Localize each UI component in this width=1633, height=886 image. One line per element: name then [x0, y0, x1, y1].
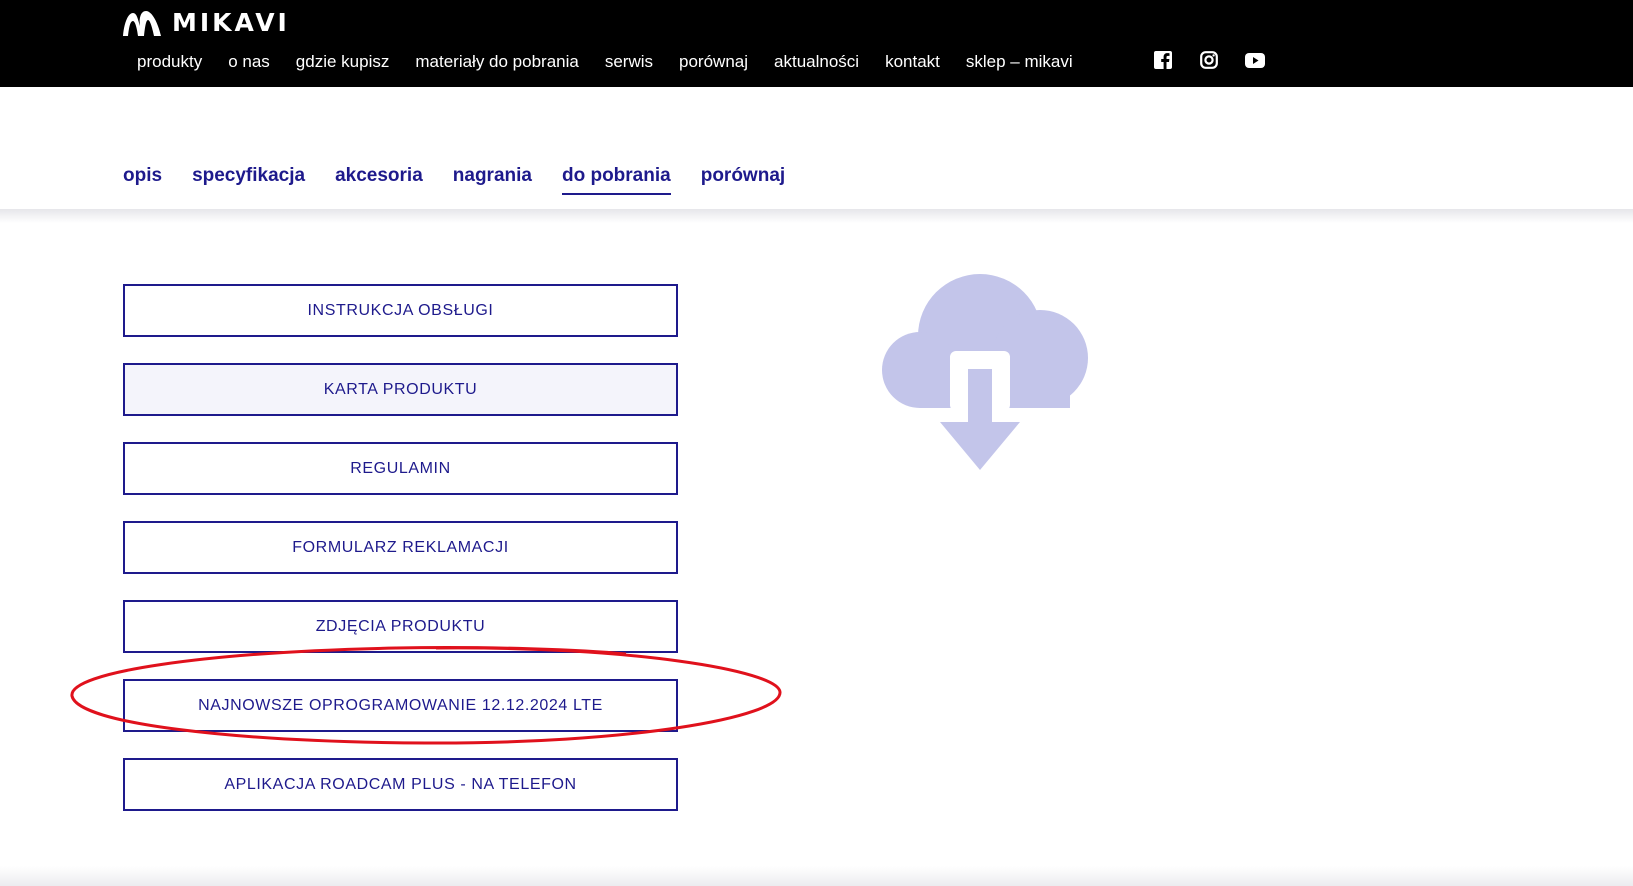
nav-gdzie-kupisz[interactable]: gdzie kupisz: [296, 50, 390, 74]
nav-serwis[interactable]: serwis: [605, 50, 653, 74]
tab-specyfikacja[interactable]: specyfikacja: [192, 162, 305, 195]
download-list: INSTRUKCJA OBSŁUGI KARTA PRODUKTU REGULA…: [123, 284, 678, 837]
nav-sklep-mikavi[interactable]: sklep – mikavi: [966, 50, 1073, 74]
logo-text: MIKAVI: [172, 8, 290, 37]
download-regulamin-button[interactable]: REGULAMIN: [123, 442, 678, 495]
product-tabs: opis specyfikacja akcesoria nagrania do …: [123, 162, 815, 195]
youtube-icon[interactable]: [1245, 53, 1265, 68]
cloud-download-icon: [882, 274, 1088, 470]
page-footer-shadow: [0, 866, 1633, 886]
top-header: MIKAVI produkty o nas gdzie kupisz mater…: [0, 0, 1633, 87]
download-instrukcja-obslugi-button[interactable]: INSTRUKCJA OBSŁUGI: [123, 284, 678, 337]
brand-logo[interactable]: MIKAVI: [122, 8, 290, 38]
tab-porownaj[interactable]: porównaj: [701, 162, 785, 195]
mikavi-logo-icon: [123, 11, 161, 36]
tab-akcesoria[interactable]: akcesoria: [335, 162, 423, 195]
nav-produkty[interactable]: produkty: [137, 50, 202, 74]
facebook-icon[interactable]: [1154, 51, 1172, 69]
nav-materialy-do-pobrania[interactable]: materiały do pobrania: [415, 50, 578, 74]
nav-porownaj[interactable]: porównaj: [679, 50, 748, 74]
download-formularz-reklamacji-button[interactable]: FORMULARZ REKLAMACJI: [123, 521, 678, 574]
tab-nagrania[interactable]: nagrania: [453, 162, 532, 195]
red-annotation-ellipse: [70, 645, 782, 745]
nav-kontakt[interactable]: kontakt: [885, 50, 940, 74]
nav-o-nas[interactable]: o nas: [228, 50, 270, 74]
download-aplikacja-roadcam-button[interactable]: APLIKACJA ROADCAM PLUS - NA TELEFON: [123, 758, 678, 811]
instagram-icon[interactable]: [1200, 51, 1218, 69]
section-divider-shadow: [0, 209, 1633, 223]
nav-aktualnosci[interactable]: aktualności: [774, 50, 859, 74]
download-karta-produktu-button[interactable]: KARTA PRODUKTU: [123, 363, 678, 416]
main-nav: produkty o nas gdzie kupisz materiały do…: [137, 50, 1099, 74]
tab-do-pobrania[interactable]: do pobrania: [561, 162, 671, 195]
tab-opis[interactable]: opis: [123, 162, 162, 195]
